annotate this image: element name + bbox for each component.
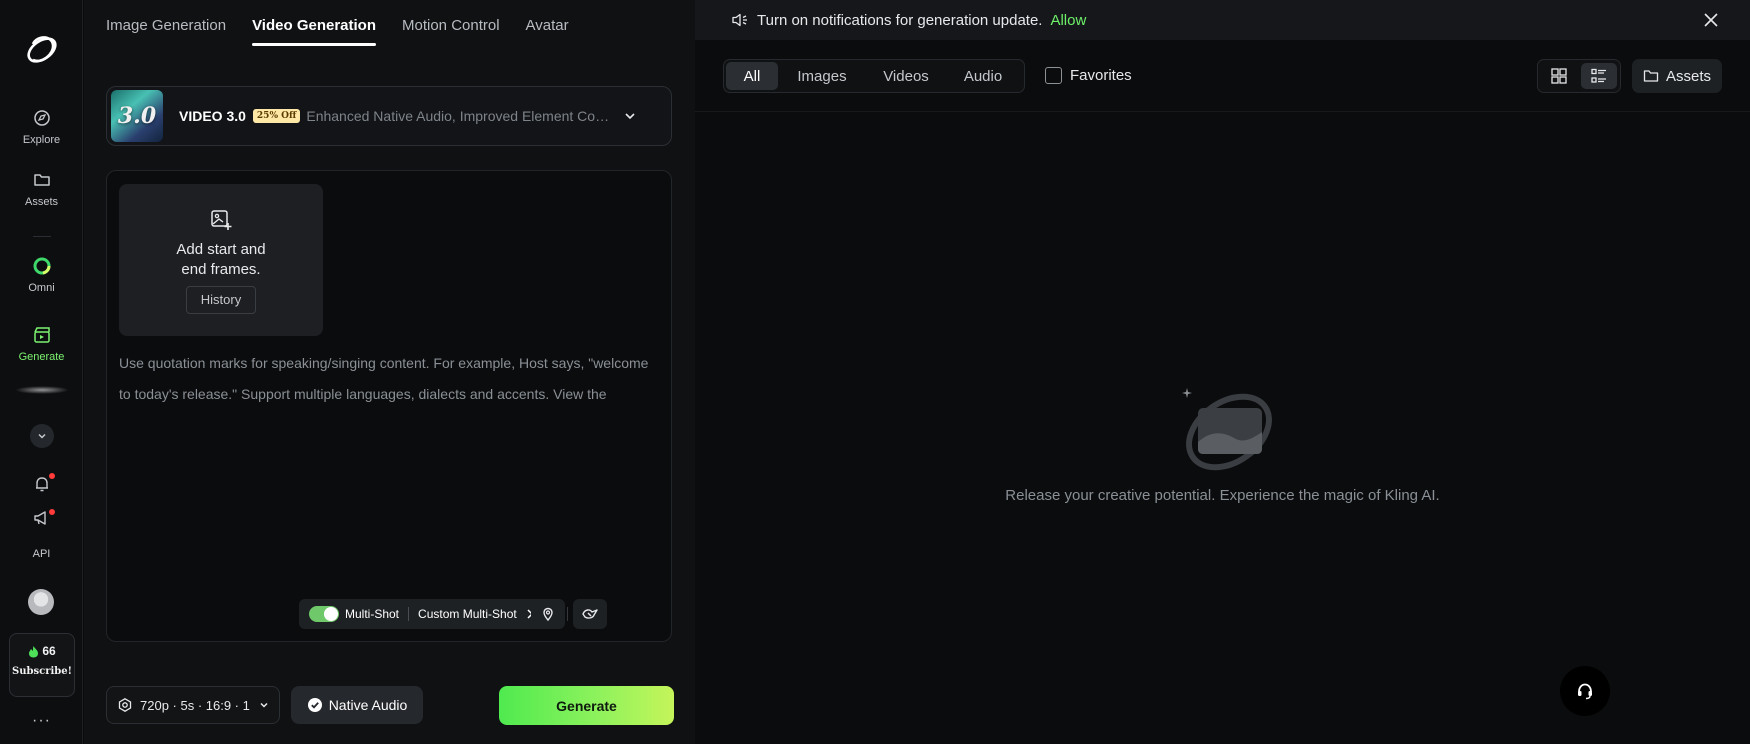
omni-ring-icon [33, 257, 50, 275]
toggle-knob [324, 607, 338, 621]
frames-upload[interactable]: Add start and end frames. History [119, 184, 323, 336]
multishot-toggle[interactable] [309, 606, 339, 622]
prompt-placeholder[interactable]: Use quotation marks for speaking/singing… [119, 348, 659, 410]
grid-view-button[interactable] [1541, 63, 1577, 89]
api-link[interactable]: API [0, 548, 83, 560]
favorites-checkbox[interactable]: Favorites [1045, 67, 1132, 84]
filter-audio[interactable]: Audio [946, 62, 1020, 90]
announcement-dot [49, 509, 55, 515]
notification-dot [49, 473, 55, 479]
active-indicator [15, 386, 69, 394]
folder-icon [1643, 70, 1659, 82]
settings-hex-icon [118, 698, 132, 712]
generation-panel: Image Generation Video Generation Motion… [84, 0, 695, 744]
credits-count: 66 [10, 644, 74, 658]
mode-tabs: Image Generation Video Generation Motion… [106, 17, 569, 46]
rail-item-assets[interactable]: Assets [0, 170, 83, 208]
discount-badge: 25% Off [252, 109, 301, 123]
settings-summary: 720p · 5s · 16:9 · 1 [140, 697, 250, 713]
rail-item-label: Assets [24, 196, 58, 208]
multishot-label: Multi-Shot [345, 607, 400, 621]
media-filter-tabs: All Images Videos Audio [723, 59, 1025, 93]
empty-state-message: Release your creative potential. Experie… [1005, 487, 1440, 504]
assets-button[interactable]: Assets [1632, 59, 1722, 93]
compass-icon [33, 110, 50, 126]
checkbox-box[interactable] [1045, 67, 1062, 84]
chevron-down-icon [38, 433, 46, 439]
toolbar-divider [567, 607, 568, 621]
app-root: Explore Assets Omni Generate API 66 Subs… [0, 0, 1750, 744]
announcements-button[interactable] [0, 508, 83, 528]
grid-icon [1551, 68, 1567, 84]
filter-videos[interactable]: Videos [866, 62, 946, 90]
enhance-button[interactable] [573, 599, 607, 629]
prompt-area[interactable]: Add start and end frames. History Use qu… [106, 170, 672, 642]
notification-banner: Turn on notifications for generation upd… [695, 0, 1750, 40]
location-button[interactable] [531, 599, 565, 629]
generation-settings-dropdown[interactable]: 720p · 5s · 16:9 · 1 [106, 686, 280, 724]
tab-motion-control[interactable]: Motion Control [402, 17, 500, 46]
flame-icon [29, 645, 39, 657]
close-icon[interactable] [1702, 11, 1720, 29]
results-area: Turn on notifications for generation upd… [695, 0, 1750, 744]
avatar[interactable] [28, 589, 54, 615]
pin-icon [543, 607, 553, 622]
native-audio-label: Native Audio [328, 697, 408, 713]
chevron-down-icon [625, 113, 635, 120]
headset-icon [1578, 683, 1592, 700]
model-thumbnail: 3.0 [111, 90, 163, 142]
check-circle-icon [307, 698, 322, 712]
rail-item-label: Explore [22, 134, 61, 146]
credits-value: 66 [42, 644, 56, 658]
more-options-button[interactable]: ··· [0, 712, 83, 730]
custom-multishot-link[interactable]: Custom Multi-Shot [418, 607, 517, 621]
rail-item-explore[interactable]: Explore [0, 108, 83, 146]
divider [695, 111, 1750, 112]
model-description: Enhanced Native Audio, Improved Element … [306, 108, 616, 124]
model-name: VIDEO 3.0 [179, 108, 246, 124]
favorites-label: Favorites [1070, 67, 1132, 84]
tab-avatar[interactable]: Avatar [526, 17, 569, 46]
frames-line-2: end frames. [181, 261, 261, 278]
rail-divider [33, 236, 51, 237]
notifications-button[interactable] [0, 473, 83, 494]
credits-card[interactable]: 66 Subscribe! [9, 633, 75, 697]
rail-item-omni[interactable]: Omni [0, 256, 83, 294]
api-label: API [32, 548, 51, 560]
kling-logo-icon[interactable] [22, 30, 62, 70]
history-button[interactable]: History [186, 286, 256, 314]
filter-all[interactable]: All [726, 62, 778, 90]
folder-icon [33, 174, 50, 186]
banner-text: Turn on notifications for generation upd… [757, 11, 1043, 29]
model-selector[interactable]: 3.0 VIDEO 3.0 25% Off Enhanced Native Au… [106, 86, 672, 146]
rail-item-generate[interactable]: Generate [0, 325, 83, 363]
view-mode-toggle [1537, 59, 1621, 93]
native-audio-toggle[interactable]: Native Audio [291, 686, 423, 724]
divider [408, 607, 410, 621]
left-rail: Explore Assets Omni Generate API 66 Subs… [0, 0, 83, 744]
rail-item-label: Omni [28, 282, 55, 294]
multishot-control[interactable]: Multi-Shot Custom Multi-Shot [299, 599, 555, 629]
tab-image-generation[interactable]: Image Generation [106, 17, 226, 46]
allow-link[interactable]: Allow [1050, 12, 1086, 29]
generate-button[interactable]: Generate [499, 686, 674, 725]
chevron-down-icon [260, 702, 268, 708]
add-image-icon [211, 210, 232, 230]
filter-images[interactable]: Images [778, 62, 866, 90]
clapperboard-icon [33, 327, 50, 343]
list-view-button[interactable] [1581, 63, 1617, 89]
support-button[interactable] [1560, 666, 1610, 716]
assets-label: Assets [1665, 67, 1711, 85]
wand-bird-icon [582, 609, 598, 619]
expand-rail-button[interactable] [30, 424, 54, 448]
prompt-toolbar: Multi-Shot Custom Multi-Shot [107, 599, 673, 631]
subscribe-label: Subscribe! [11, 666, 72, 677]
speaker-icon [732, 13, 747, 27]
empty-state-illustration-icon [1182, 388, 1272, 471]
frames-hint: Add start and end frames. [119, 240, 323, 280]
list-icon [1591, 68, 1606, 83]
frames-line-1: Add start and [176, 241, 266, 258]
tab-video-generation[interactable]: Video Generation [252, 17, 376, 46]
rail-item-label: Generate [18, 351, 65, 363]
